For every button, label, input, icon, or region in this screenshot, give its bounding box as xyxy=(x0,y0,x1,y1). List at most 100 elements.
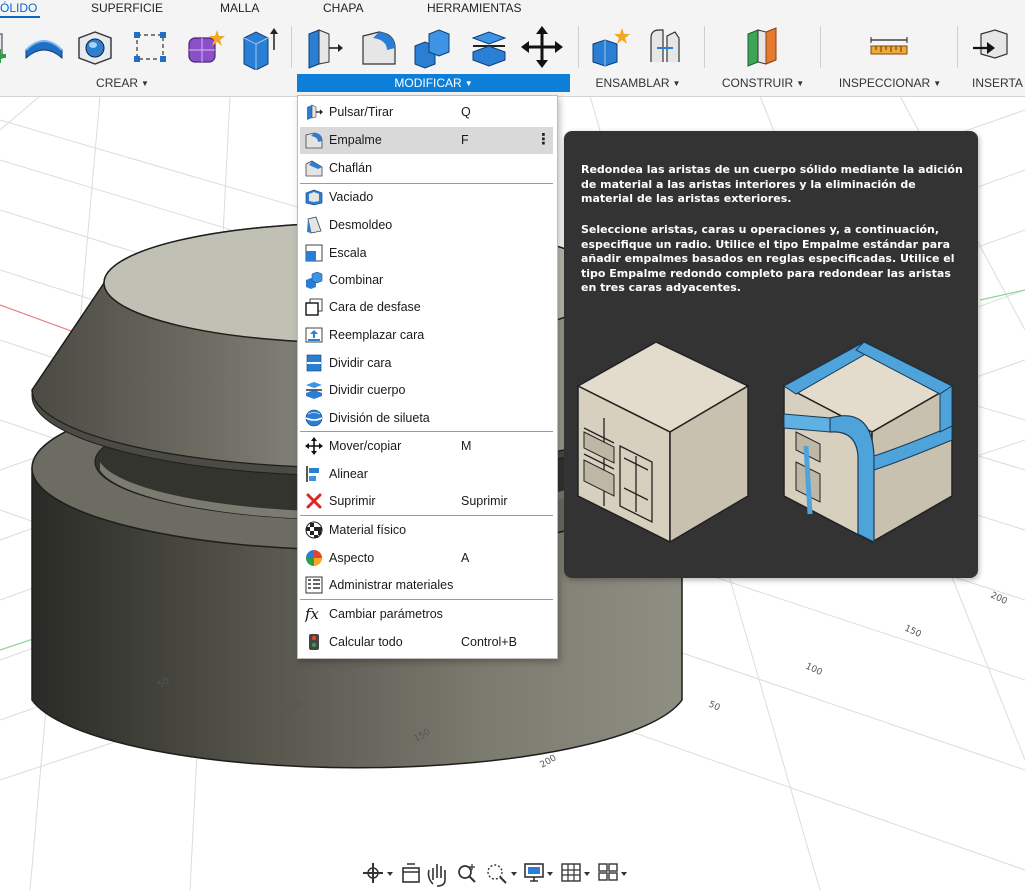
appearance-icon xyxy=(305,549,323,567)
menu-item-appearance[interactable]: Aspecto A xyxy=(300,545,553,571)
silhouette-split-icon xyxy=(305,409,323,427)
menu-item-split-body[interactable]: Dividir cuerpo xyxy=(300,377,553,403)
menu-item-change-parameters[interactable]: fx Cambiar parámetros xyxy=(300,601,553,627)
insert-group-dropdown[interactable]: INSERTA xyxy=(972,74,1025,92)
menu-item-label: Desmoldeo xyxy=(329,218,393,232)
menu-item-fillet[interactable]: Empalme F ⋮ xyxy=(300,127,553,154)
joint-icon xyxy=(650,29,680,62)
fillet-button[interactable] xyxy=(357,24,401,70)
extrude-button[interactable] xyxy=(236,24,280,70)
split-body-button[interactable] xyxy=(467,24,511,70)
menu-item-combine[interactable]: Combinar xyxy=(300,267,553,293)
tab-sheet-metal[interactable]: CHAPA xyxy=(323,0,363,16)
menu-item-delete[interactable]: Suprimir Suprimir xyxy=(300,488,553,514)
menu-item-offset-face[interactable]: Cara de desfase xyxy=(300,294,553,320)
menu-item-replace-face[interactable]: Reemplazar cara xyxy=(300,322,553,348)
tooltip-illustration xyxy=(574,336,970,546)
menu-separator xyxy=(300,599,553,600)
menu-item-move-copy[interactable]: Mover/copiar M xyxy=(300,433,553,459)
revolve-button[interactable] xyxy=(22,24,66,70)
offset-plane-button[interactable] xyxy=(740,24,784,70)
create-group-dropdown[interactable]: CREAR ▼ xyxy=(60,74,185,92)
menu-item-label: Vaciado xyxy=(329,190,374,204)
inspect-group-dropdown[interactable]: INSPECCIONAR ▼ xyxy=(831,74,949,92)
menu-item-label: Cara de desfase xyxy=(329,300,421,314)
new-component-icon xyxy=(0,33,6,63)
menu-item-compute-all[interactable]: Calcular todo Control+B xyxy=(300,629,553,655)
display-settings-icon[interactable] xyxy=(524,863,553,882)
menu-item-align[interactable]: Alinear xyxy=(300,461,553,487)
combine-button[interactable] xyxy=(411,24,455,70)
menu-item-label: Suprimir xyxy=(329,494,376,508)
sketch-rectangle-button[interactable] xyxy=(128,24,172,70)
menu-item-shortcut: Suprimir xyxy=(461,494,508,508)
new-component-icon xyxy=(592,28,630,67)
sketch-rectangle-icon xyxy=(134,32,166,62)
shell-icon xyxy=(305,188,323,206)
fit-icon[interactable] xyxy=(487,864,517,884)
form-button[interactable] xyxy=(183,24,227,70)
tab-solid[interactable]: ÓLIDO xyxy=(0,0,37,16)
construct-group-label: CONSTRUIR xyxy=(721,76,794,90)
press-pull-button[interactable] xyxy=(301,24,345,70)
menu-item-label: Aspecto xyxy=(329,551,375,565)
split-face-icon xyxy=(305,354,323,372)
look-at-icon[interactable] xyxy=(402,863,420,883)
menu-item-scale[interactable]: Escala xyxy=(300,240,553,266)
orbit-icon[interactable] xyxy=(363,863,393,883)
insert-derive-button[interactable] xyxy=(969,24,1013,70)
caret-down-icon: ▼ xyxy=(141,79,149,88)
menu-item-shell[interactable]: Vaciado xyxy=(300,184,553,210)
modify-group-dropdown[interactable]: MODIFICAR ▼ xyxy=(297,74,570,92)
measure-button[interactable] xyxy=(867,24,911,70)
cylinder-button[interactable] xyxy=(73,24,117,70)
menu-item-manage-materials[interactable]: Administrar materiales xyxy=(300,572,553,598)
menu-item-silhouette-split[interactable]: División de silueta xyxy=(300,405,553,431)
zoom-icon[interactable] xyxy=(458,864,476,883)
toolbar-ribbon: ÓLIDO SUPERFICIE MALLA CHAPA HERRAMIENTA… xyxy=(0,0,1025,97)
modify-group-label: MODIFICAR xyxy=(394,76,462,90)
tab-mesh[interactable]: MALLA xyxy=(220,0,259,16)
joint-button[interactable] xyxy=(643,24,687,70)
push-pull-icon xyxy=(305,103,323,121)
menu-separator xyxy=(300,515,553,516)
fillet-tooltip: Redondea las aristas de un cuerpo sólido… xyxy=(564,131,978,578)
menu-item-label: Calcular todo xyxy=(329,635,403,649)
tab-surface[interactable]: SUPERFICIE xyxy=(91,0,163,16)
new-component-button[interactable] xyxy=(0,24,22,70)
viewports-icon[interactable] xyxy=(598,863,627,881)
scale-icon xyxy=(305,244,323,262)
ribbon-separator xyxy=(291,26,292,68)
menu-item-chamfer[interactable]: Chaflán xyxy=(300,155,553,181)
ruler-label: 50 xyxy=(707,700,722,714)
ribbon-separator xyxy=(820,26,821,68)
construct-group-dropdown[interactable]: CONSTRUIR ▼ xyxy=(712,74,814,92)
more-options-icon[interactable]: ⋮ xyxy=(536,130,551,148)
menu-item-push-pull[interactable]: Pulsar/Tirar Q xyxy=(300,99,553,125)
navigation-bar xyxy=(357,856,657,890)
pan-icon[interactable] xyxy=(427,864,446,887)
menu-item-shortcut: A xyxy=(461,551,470,565)
draft-icon xyxy=(305,216,323,234)
ribbon-separator xyxy=(704,26,705,68)
extrude-icon xyxy=(243,28,278,70)
menu-item-label: Mover/copiar xyxy=(329,439,402,453)
move-copy-button[interactable] xyxy=(520,24,564,70)
menu-item-label: Alinear xyxy=(329,467,368,481)
assemble-group-label: ENSAMBLAR xyxy=(595,76,670,90)
split-body-icon xyxy=(471,31,507,67)
menu-item-draft[interactable]: Desmoldeo xyxy=(300,212,553,238)
menu-item-shortcut: F xyxy=(461,133,469,147)
physical-material-icon xyxy=(305,521,323,539)
assemble-group-dropdown[interactable]: ENSAMBLAR ▼ xyxy=(583,74,693,92)
new-component-assemble-button[interactable] xyxy=(589,24,633,70)
grid-settings-icon[interactable] xyxy=(561,863,590,882)
menu-item-physical-material[interactable]: Material físico xyxy=(300,517,553,543)
tooltip-description: Redondea las aristas de un cuerpo sólido… xyxy=(581,163,963,205)
menu-item-split-face[interactable]: Dividir cara xyxy=(300,350,553,376)
combine-icon xyxy=(305,271,323,289)
tab-tools[interactable]: HERRAMIENTAS xyxy=(427,0,521,16)
form-icon xyxy=(188,30,225,63)
menu-item-label: Escala xyxy=(329,246,367,260)
ribbon-separator xyxy=(957,26,958,68)
